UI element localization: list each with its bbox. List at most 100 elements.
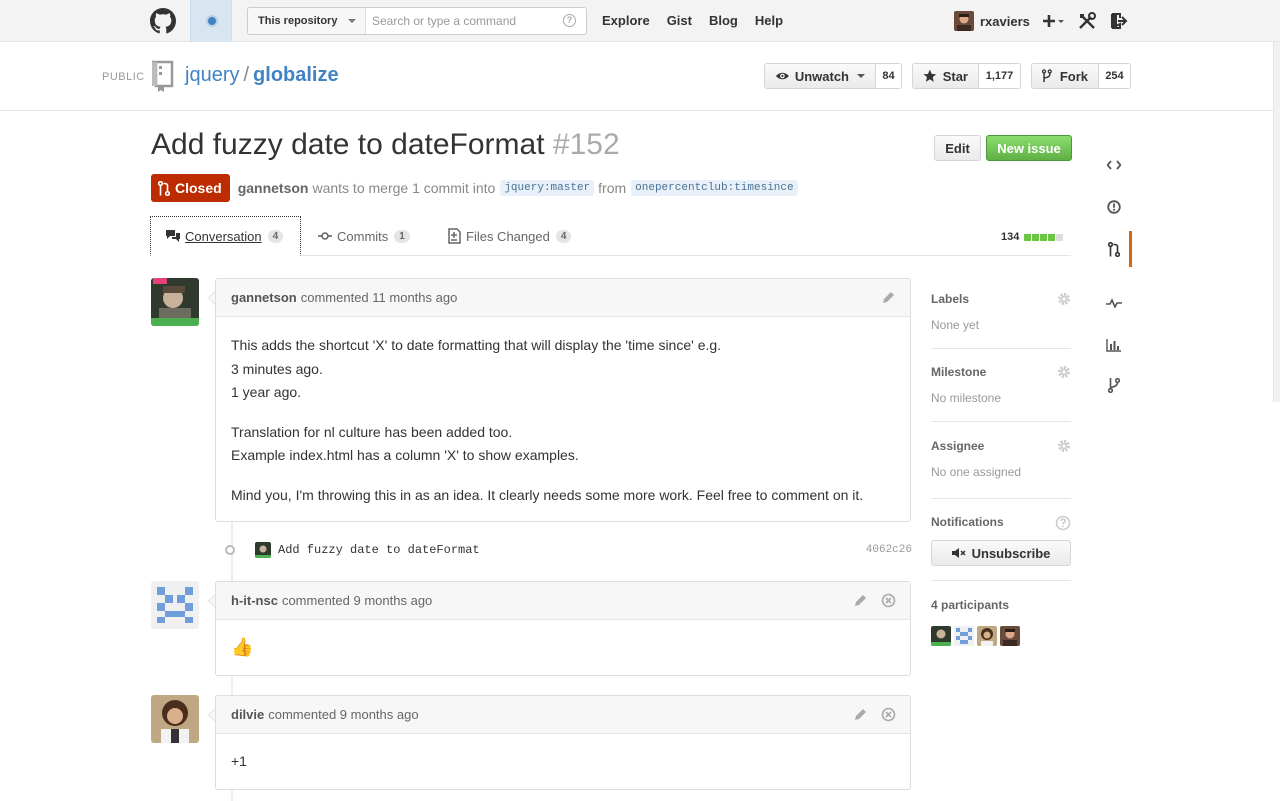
question-circle-icon[interactable] (1055, 515, 1071, 531)
search-scope-select[interactable]: This repository (248, 8, 366, 34)
comment-author[interactable]: h-it-nsc (231, 593, 278, 608)
nav-issues[interactable] (1096, 187, 1132, 227)
comment-timestamp[interactable]: 11 months ago (372, 290, 457, 305)
tab-conversation[interactable]: Conversation 4 (150, 216, 301, 256)
nav-network[interactable] (1096, 365, 1132, 405)
eye-icon (775, 72, 790, 80)
tab-commits[interactable]: Commits 1 (318, 216, 410, 256)
labels-value: None yet (931, 318, 980, 332)
gear-icon[interactable] (1057, 292, 1071, 306)
unsubscribe-button[interactable]: Unsubscribe (931, 540, 1071, 566)
user-menu[interactable]: rxaviers (954, 11, 1030, 31)
settings-tools-icon[interactable] (1077, 11, 1097, 31)
milestone-value: No milestone (931, 391, 1002, 405)
search-input[interactable] (367, 8, 557, 34)
fork-button[interactable]: Fork (1032, 64, 1099, 88)
comment-timestamp[interactable]: 9 months ago (340, 707, 419, 722)
avatar[interactable] (255, 542, 271, 558)
participant-avatars (931, 626, 1023, 646)
repo-header: PUBLIC jquery / globalize Unwatch 84 Star … (0, 42, 1280, 111)
nav-explore[interactable]: Explore (602, 0, 650, 42)
base-branch-colon: : (543, 182, 551, 194)
head-branch-user: onepercentclub (635, 182, 728, 194)
site-search: This repository ? (247, 7, 587, 35)
diffstat-block (1040, 233, 1048, 241)
page-title: Add fuzzy date to dateFormat #152 (151, 128, 620, 162)
star-button[interactable]: Star (913, 64, 979, 88)
repo-owner-link[interactable]: jquery (185, 64, 239, 86)
avatar[interactable] (151, 695, 199, 743)
comment-header: dilvie commented 9 months ago (216, 696, 910, 734)
comment-timestamp[interactable]: 9 months ago (354, 593, 433, 608)
pencil-icon[interactable] (853, 593, 868, 608)
avatar[interactable] (931, 626, 951, 646)
watch-button-group: Unwatch 84 (764, 63, 902, 89)
nav-pull-requests[interactable] (1096, 229, 1132, 269)
repo-book-icon (152, 60, 174, 92)
github-logo-icon[interactable] (150, 8, 176, 34)
base-branch-user: jquery (504, 182, 544, 194)
avatar[interactable] (977, 626, 997, 646)
notifications-indicator[interactable] (190, 0, 232, 42)
comment-author[interactable]: gannetson (231, 290, 297, 305)
diffstat-block (1056, 233, 1064, 241)
commit-message[interactable]: Add fuzzy date to dateFormat (278, 543, 480, 557)
new-issue-button[interactable]: New issue (986, 135, 1072, 161)
from-text: from (598, 180, 627, 196)
star-count[interactable]: 1,177 (979, 64, 1020, 88)
pull-request-icon (158, 180, 170, 196)
caret-down-icon (857, 74, 865, 78)
fork-count[interactable]: 254 (1099, 64, 1130, 88)
avatar[interactable] (151, 581, 199, 629)
create-new-menu[interactable] (1042, 11, 1064, 31)
pencil-icon[interactable] (881, 290, 896, 305)
tab-files-changed-count: 4 (555, 229, 572, 243)
edit-button[interactable]: Edit (934, 135, 981, 161)
assignee-title: Assignee (931, 439, 985, 453)
comment-line: Mind you, I'm throwing this in as an ide… (231, 486, 864, 503)
divider (931, 348, 1071, 349)
comment-author[interactable]: dilvie (231, 707, 264, 722)
close-circle-icon[interactable] (881, 707, 896, 722)
unwatch-button[interactable]: Unwatch (765, 64, 876, 88)
base-branch-name: master (550, 182, 591, 194)
sign-out-icon[interactable] (1108, 11, 1128, 31)
assignee-section: Assignee No one assigned (931, 439, 1071, 479)
comment-action: commented (300, 290, 369, 305)
comment-line: Translation for nl culture has been adde… (231, 423, 513, 440)
avatar[interactable] (1000, 626, 1020, 646)
nav-code[interactable] (1096, 145, 1132, 185)
code-icon (1107, 160, 1121, 170)
nav-blog[interactable]: Blog (709, 0, 738, 42)
close-circle-icon[interactable] (881, 593, 896, 608)
tab-files-changed[interactable]: Files Changed 4 (447, 216, 572, 256)
scrollbar[interactable] (1273, 42, 1280, 402)
avatar[interactable] (954, 626, 974, 646)
watch-count[interactable]: 84 (876, 64, 901, 88)
nav-pulse[interactable] (1096, 283, 1132, 323)
nav-gist[interactable]: Gist (667, 0, 692, 42)
pencil-icon[interactable] (853, 707, 868, 722)
comment: gannetson commented 11 months ago This a… (208, 278, 911, 522)
pull-author[interactable]: gannetson (238, 180, 309, 196)
labels-title: Labels (931, 292, 970, 306)
repo-name-link[interactable]: globalize (253, 64, 339, 86)
labels-section: Labels None yet (931, 292, 1071, 332)
gear-icon[interactable] (1057, 365, 1071, 379)
commit-sha[interactable]: 4062c26 (866, 544, 912, 556)
question-circle-icon[interactable]: ? (563, 14, 576, 27)
pull-number: #152 (552, 128, 620, 161)
username[interactable]: rxaviers (980, 14, 1030, 29)
tab-files-changed-label: Files Changed (466, 228, 550, 244)
comment-line: Example index.html has a column 'X' to s… (231, 447, 579, 463)
diffstat-blocks (1024, 233, 1064, 241)
comment-body: This adds the shortcut 'X' to date forma… (216, 317, 910, 517)
gear-icon[interactable] (1057, 439, 1071, 453)
diffstat-block (1024, 233, 1032, 241)
nav-graphs[interactable] (1096, 325, 1132, 365)
milestone-title: Milestone (931, 365, 987, 379)
avatar[interactable] (151, 278, 199, 326)
diffstat-block (1048, 233, 1056, 241)
comment-pointer (208, 291, 215, 305)
nav-help[interactable]: Help (755, 0, 783, 42)
